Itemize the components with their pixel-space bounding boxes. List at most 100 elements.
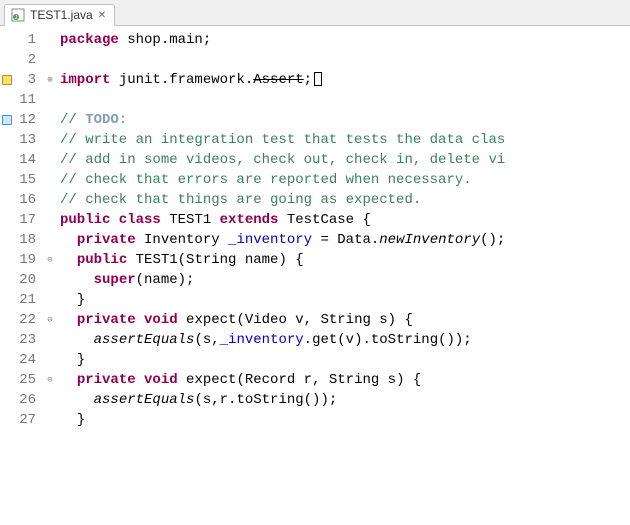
line-number: 17 <box>14 210 36 230</box>
fold-empty <box>44 150 56 170</box>
code-line[interactable]: private Inventory _inventory = Data.newI… <box>60 230 630 250</box>
token-kw: private void <box>77 372 178 388</box>
token-plain: (s,r.toString()); <box>194 392 337 408</box>
line-number: 13 <box>14 130 36 150</box>
code-line[interactable] <box>60 50 630 70</box>
line-number: 1 <box>14 30 36 50</box>
fold-empty <box>44 330 56 350</box>
code-line[interactable]: } <box>60 350 630 370</box>
code-line[interactable]: import junit.framework.Assert; <box>60 70 630 90</box>
fold-empty <box>44 210 56 230</box>
quick-marker[interactable] <box>0 110 14 130</box>
token-method-static: newInventory <box>379 232 480 248</box>
line-numbers: 1231112131415161718192021222324252627 <box>14 26 44 525</box>
marker-empty <box>0 230 14 250</box>
token-comment: // <box>60 112 85 128</box>
line-number: 14 <box>14 150 36 170</box>
warning-icon <box>2 75 12 85</box>
token-plain <box>60 272 94 288</box>
line-number: 15 <box>14 170 36 190</box>
line-number: 20 <box>14 270 36 290</box>
code-line[interactable]: private void expect(Record r, String s) … <box>60 370 630 390</box>
marker-empty <box>0 50 14 70</box>
fold-empty <box>44 270 56 290</box>
editor-area[interactable]: 1231112131415161718192021222324252627 ⊕⊖… <box>0 26 630 525</box>
line-number: 21 <box>14 290 36 310</box>
marker-empty <box>0 390 14 410</box>
code-line[interactable]: public TEST1(String name) { <box>60 250 630 270</box>
token-comment: // write an integration test that tests … <box>60 132 505 148</box>
code-line[interactable]: // check that errors are reported when n… <box>60 170 630 190</box>
editor-tab[interactable]: J TEST1.java ✕ <box>4 4 115 26</box>
code-line[interactable]: // write an integration test that tests … <box>60 130 630 150</box>
token-method-static: assertEquals <box>94 392 195 408</box>
marker-empty <box>0 30 14 50</box>
code-content[interactable]: package shop.main; import junit.framewor… <box>56 26 630 525</box>
token-plain: } <box>60 292 85 308</box>
code-line[interactable]: super(name); <box>60 270 630 290</box>
code-line[interactable]: // TODO: <box>60 110 630 130</box>
token-kw: import <box>60 72 110 88</box>
marker-empty <box>0 290 14 310</box>
code-line[interactable] <box>60 90 630 110</box>
line-number: 3 <box>14 70 36 90</box>
code-line[interactable]: } <box>60 410 630 430</box>
line-number: 27 <box>14 410 36 430</box>
warn-marker[interactable] <box>0 70 14 90</box>
fold-toggle-icon[interactable]: ⊖ <box>44 310 56 330</box>
fold-empty <box>44 30 56 50</box>
token-comment: // check that errors are reported when n… <box>60 172 472 188</box>
code-line[interactable]: public class TEST1 extends TestCase { <box>60 210 630 230</box>
marker-empty <box>0 250 14 270</box>
token-plain: } <box>60 352 85 368</box>
code-line[interactable]: private void expect(Video v, String s) { <box>60 310 630 330</box>
token-plain: TestCase { <box>278 212 370 228</box>
line-number: 18 <box>14 230 36 250</box>
fold-empty <box>44 170 56 190</box>
line-number: 12 <box>14 110 36 130</box>
token-plain: TEST1(String name) { <box>127 252 303 268</box>
token-plain: (s, <box>194 332 219 348</box>
token-comment: // add in some videos, check out, check … <box>60 152 505 168</box>
token-task: TODO: <box>85 112 127 128</box>
token-plain: junit.framework. <box>110 72 253 88</box>
marker-empty <box>0 190 14 210</box>
line-number: 16 <box>14 190 36 210</box>
marker-empty <box>0 270 14 290</box>
token-plain: shop.main; <box>119 32 211 48</box>
code-line[interactable]: assertEquals(s,r.toString()); <box>60 390 630 410</box>
marker-empty <box>0 90 14 110</box>
code-line[interactable]: } <box>60 290 630 310</box>
marker-empty <box>0 210 14 230</box>
fold-empty <box>44 50 56 70</box>
fold-toggle-icon[interactable]: ⊖ <box>44 370 56 390</box>
marker-empty <box>0 370 14 390</box>
fold-empty <box>44 350 56 370</box>
fold-empty <box>44 90 56 110</box>
marker-empty <box>0 350 14 370</box>
token-plain: (); <box>480 232 505 248</box>
line-number: 23 <box>14 330 36 350</box>
token-kw: package <box>60 32 119 48</box>
code-line[interactable]: assertEquals(s,_inventory.get(v).toStrin… <box>60 330 630 350</box>
close-icon[interactable]: ✕ <box>98 10 106 21</box>
fold-empty <box>44 190 56 210</box>
code-line[interactable]: // add in some videos, check out, check … <box>60 150 630 170</box>
fold-column: ⊕ ⊖ ⊖ ⊖ <box>44 26 56 525</box>
java-file-icon: J <box>11 8 25 22</box>
cursor-icon <box>314 72 322 86</box>
token-field: _inventory <box>228 232 312 248</box>
marker-empty <box>0 170 14 190</box>
code-line[interactable]: package shop.main; <box>60 30 630 50</box>
token-plain: expect(Record r, String s) { <box>178 372 422 388</box>
fold-toggle-icon[interactable]: ⊕ <box>44 70 56 90</box>
token-comment: // check that things are going as expect… <box>60 192 421 208</box>
token-plain <box>60 332 94 348</box>
token-deprecated: Assert <box>253 72 303 88</box>
token-plain: } <box>60 412 85 428</box>
token-plain: .get(v).toString()); <box>304 332 472 348</box>
fold-toggle-icon[interactable]: ⊖ <box>44 250 56 270</box>
token-plain: = Data. <box>312 232 379 248</box>
code-line[interactable]: // check that things are going as expect… <box>60 190 630 210</box>
line-number: 26 <box>14 390 36 410</box>
